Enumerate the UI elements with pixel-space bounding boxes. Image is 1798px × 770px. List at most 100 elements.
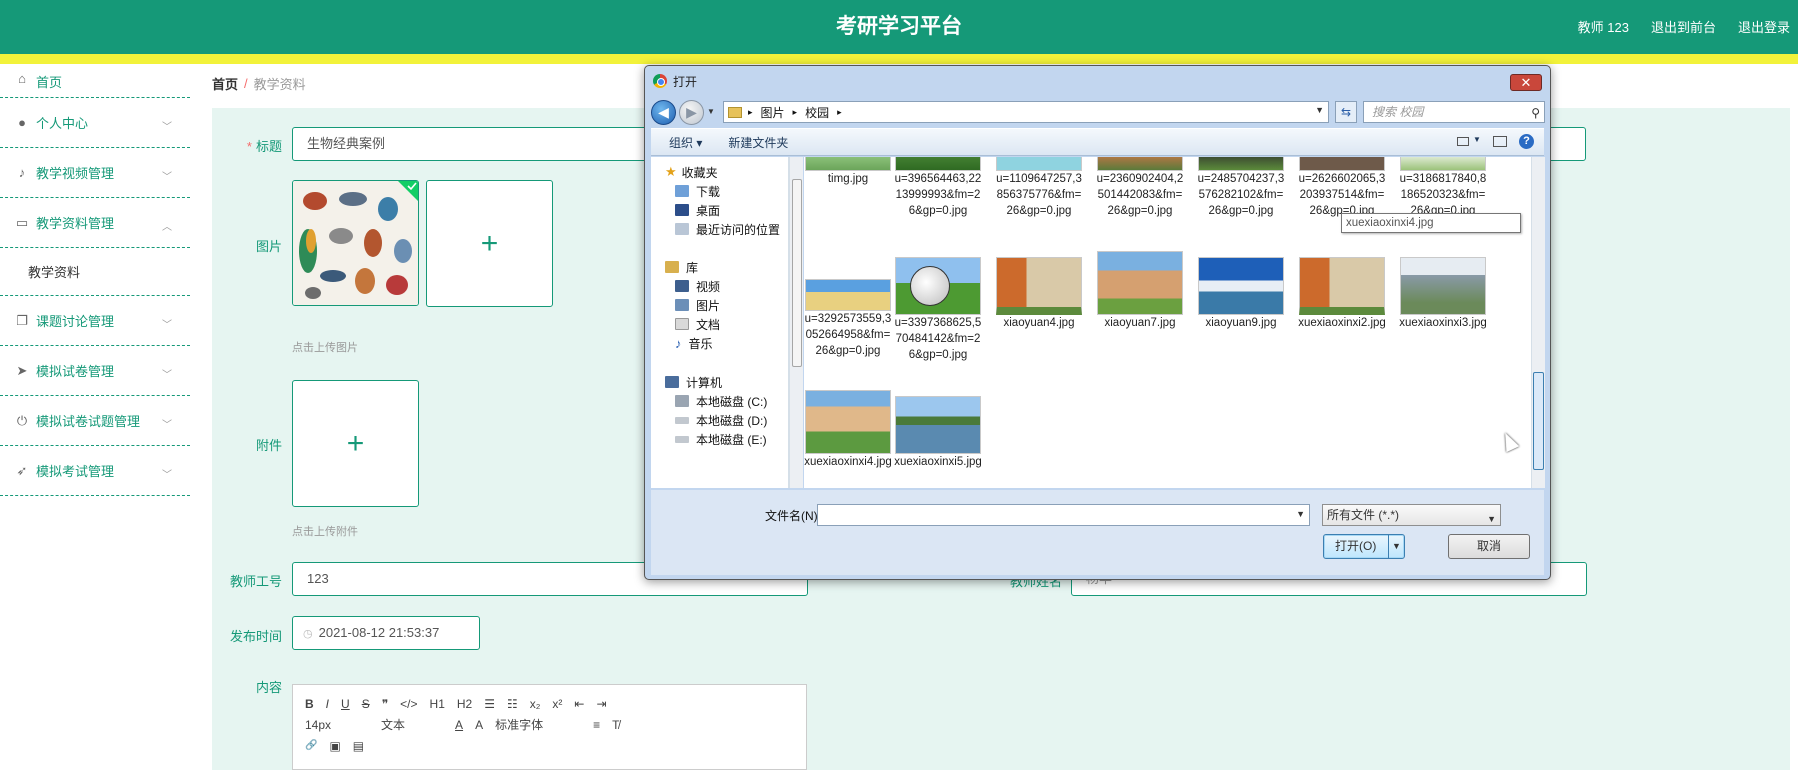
nav-computer[interactable]: 计算机 <box>665 373 722 391</box>
history-dropdown-icon[interactable]: ▼ <box>707 107 715 116</box>
refresh-icon[interactable]: ⇆ <box>1335 101 1357 123</box>
path-pictures[interactable]: 图片 <box>761 104 785 121</box>
code-button[interactable]: </> <box>400 697 417 711</box>
image-icon[interactable]: ▣ <box>329 739 340 753</box>
align-button[interactable]: ≡ <box>593 718 600 732</box>
underline-button[interactable]: U <box>341 697 350 711</box>
accent-bar <box>0 54 1798 64</box>
dialog-close-button[interactable]: ✕ <box>1510 74 1542 91</box>
nav-drive-e[interactable]: 本地磁盘 (E:) <box>675 430 767 448</box>
new-folder-button[interactable]: 新建文件夹 <box>728 134 788 151</box>
file-item[interactable]: xuexiaoxinxi3.jpg <box>1399 257 1487 331</box>
clear-format-button[interactable]: T̸ <box>612 718 619 732</box>
nav-pictures[interactable]: 图片 <box>675 296 720 314</box>
file-thumbnail <box>1198 257 1284 315</box>
bold-button[interactable]: B <box>305 697 314 711</box>
chevron-down-icon[interactable]: ▼ <box>1473 135 1481 149</box>
logout-link[interactable]: 退出登录 <box>1738 17 1790 36</box>
view-mode-icon[interactable] <box>1457 137 1469 146</box>
file-item[interactable]: u=396564463,2213999993&fm=26&gp=0.jpg <box>894 157 982 219</box>
open-button[interactable]: 打开(O) ▼ <box>1323 534 1405 559</box>
sidebar-item-label: 教学视频管理 <box>36 166 115 181</box>
filename-input[interactable]: ▼ <box>817 504 1310 526</box>
nav-recent[interactable]: 最近访问的位置 <box>675 220 780 238</box>
h2-button[interactable]: H2 <box>457 697 472 711</box>
bullet-list-button[interactable]: ☷ <box>507 697 518 711</box>
file-item[interactable]: u=2626602065,3203937514&fm=26&gp=0.jpg <box>1298 157 1386 219</box>
file-item[interactable]: xuexiaoxinxi4.jpg <box>804 390 892 470</box>
organize-button[interactable]: 组织 ▾ <box>669 134 702 151</box>
file-name: xiaoyuan7.jpg <box>1104 317 1176 329</box>
file-item[interactable]: xiaoyuan7.jpg <box>1096 251 1184 331</box>
link-icon[interactable]: 🔗 <box>305 740 317 751</box>
h1-button[interactable]: H1 <box>430 697 445 711</box>
sidebar-item-exam-paper[interactable]: ➤ 模拟试卷管理 ﹀ <box>0 346 190 396</box>
chevron-down-icon[interactable]: ▼ <box>1388 535 1404 558</box>
publish-time-input[interactable]: ◷ 2021-08-12 21:53:37 <box>292 616 480 650</box>
file-item[interactable]: xuexiaoxinxi2.jpg <box>1298 257 1386 331</box>
font-color-button[interactable]: A <box>455 718 463 732</box>
nav-music[interactable]: ♪ 音乐 <box>675 334 713 352</box>
submenu-materials[interactable]: 教学资料 <box>0 248 190 296</box>
help-icon[interactable]: ? <box>1519 134 1534 149</box>
sidebar-item-video[interactable]: ♪ 教学视频管理 ﹀ <box>0 148 190 198</box>
outdent-button[interactable]: ⇤ <box>574 697 584 711</box>
nav-library[interactable]: 库 <box>665 258 698 276</box>
strike-button[interactable]: S <box>362 697 370 711</box>
text-type-select[interactable]: 文本 <box>381 716 405 733</box>
video-icon[interactable]: ▤ <box>353 739 364 753</box>
filetype-select[interactable]: 所有文件 (*.*) ▼ <box>1322 504 1501 526</box>
sidebar-item-exam-questions[interactable]: ⏻ 模拟试卷试题管理 ﹀ <box>0 396 190 446</box>
file-item[interactable]: u=2360902404,2501442083&fm=26&gp=0.jpg <box>1096 157 1184 219</box>
breadcrumb-home[interactable]: 首页 <box>212 74 238 93</box>
forward-arrow-icon[interactable]: ▶ <box>679 100 704 125</box>
nav-drive-d[interactable]: 本地磁盘 (D:) <box>675 411 767 429</box>
sidebar-item-discussion[interactable]: ❐ 课题讨论管理 ﹀ <box>0 296 190 346</box>
file-item[interactable]: xuexiaoxinxi5.jpg <box>894 396 982 470</box>
file-item[interactable]: xiaoyuan4.jpg <box>995 257 1083 331</box>
file-item[interactable]: u=2485704237,3576282102&fm=26&gp=0.jpg <box>1197 157 1285 219</box>
preview-pane-icon[interactable] <box>1493 136 1507 147</box>
nav-video[interactable]: 视频 <box>675 277 720 295</box>
address-bar[interactable]: ▸ 图片 ▸ 校园 ▸ ▼ <box>723 101 1329 123</box>
chevron-down-icon[interactable]: ▼ <box>1315 105 1324 115</box>
file-item[interactable]: u=3292573559,3052664958&fm=26&gp=0.jpg <box>804 257 892 359</box>
path-campus[interactable]: 校园 <box>805 104 829 121</box>
font-face-select[interactable]: 标准字体 <box>495 716 543 733</box>
file-item[interactable]: u=3397368625,570484142&fm=26&gp=0.jpg <box>894 257 982 363</box>
front-link[interactable]: 退出到前台 <box>1651 17 1716 36</box>
file-item[interactable]: xiaoyuan9.jpg <box>1197 257 1285 331</box>
nav-favorites[interactable]: ★ 收藏夹 <box>665 163 718 181</box>
file-item[interactable]: u=3186817840,8186520323&fm=26&gp=0.jpg <box>1399 157 1487 219</box>
file-item[interactable]: u=1109647257,3856375776&fm=26&gp=0.jpg <box>995 157 1083 219</box>
rich-text-editor[interactable]: B I U S ❞ </> H1 H2 ☰ ☷ x₂ x² ⇤ ⇥ 14px 文… <box>292 684 807 770</box>
image-upload-button[interactable]: + <box>426 180 553 307</box>
nav-documents[interactable]: 文档 <box>675 315 720 333</box>
uploaded-image-thumbnail[interactable] <box>292 180 419 306</box>
file-item[interactable]: timg.jpg <box>804 157 892 187</box>
search-input[interactable]: 搜索 校园 ⚲ <box>1363 101 1545 123</box>
superscript-button[interactable]: x² <box>552 697 562 711</box>
indent-button[interactable]: ⇥ <box>596 697 606 711</box>
sidebar-item-exam[interactable]: ➶ 模拟考试管理 ﹀ <box>0 446 190 496</box>
sidebar-item-profile[interactable]: ● 个人中心 ﹀ <box>0 98 190 148</box>
file-list-scrollbar[interactable] <box>1531 157 1545 488</box>
chevron-down-icon: ﹀ <box>162 370 172 381</box>
font-size-select[interactable]: 14px <box>305 718 331 732</box>
bg-color-button[interactable]: A <box>475 718 483 732</box>
file-thumbnail <box>1198 157 1284 171</box>
chevron-down-icon[interactable]: ▼ <box>1296 509 1305 519</box>
subscript-button[interactable]: x₂ <box>530 697 541 711</box>
nav-downloads[interactable]: 下载 <box>675 182 720 200</box>
sidebar-item-materials[interactable]: ▭ 教学资料管理 ︿ <box>0 198 190 248</box>
nav-drive-c[interactable]: 本地磁盘 (C:) <box>675 392 767 410</box>
sidebar-item-home[interactable]: ⌂ 首页 <box>0 64 190 98</box>
attachment-upload-button[interactable]: + <box>292 380 419 507</box>
quote-button[interactable]: ❞ <box>382 697 388 711</box>
back-arrow-icon[interactable]: ◀ <box>651 100 676 125</box>
cancel-button[interactable]: 取消 <box>1448 534 1530 559</box>
nav-scrollbar[interactable] <box>789 157 803 488</box>
ordered-list-button[interactable]: ☰ <box>484 697 495 711</box>
nav-desktop[interactable]: 桌面 <box>675 201 720 219</box>
italic-button[interactable]: I <box>326 697 329 711</box>
